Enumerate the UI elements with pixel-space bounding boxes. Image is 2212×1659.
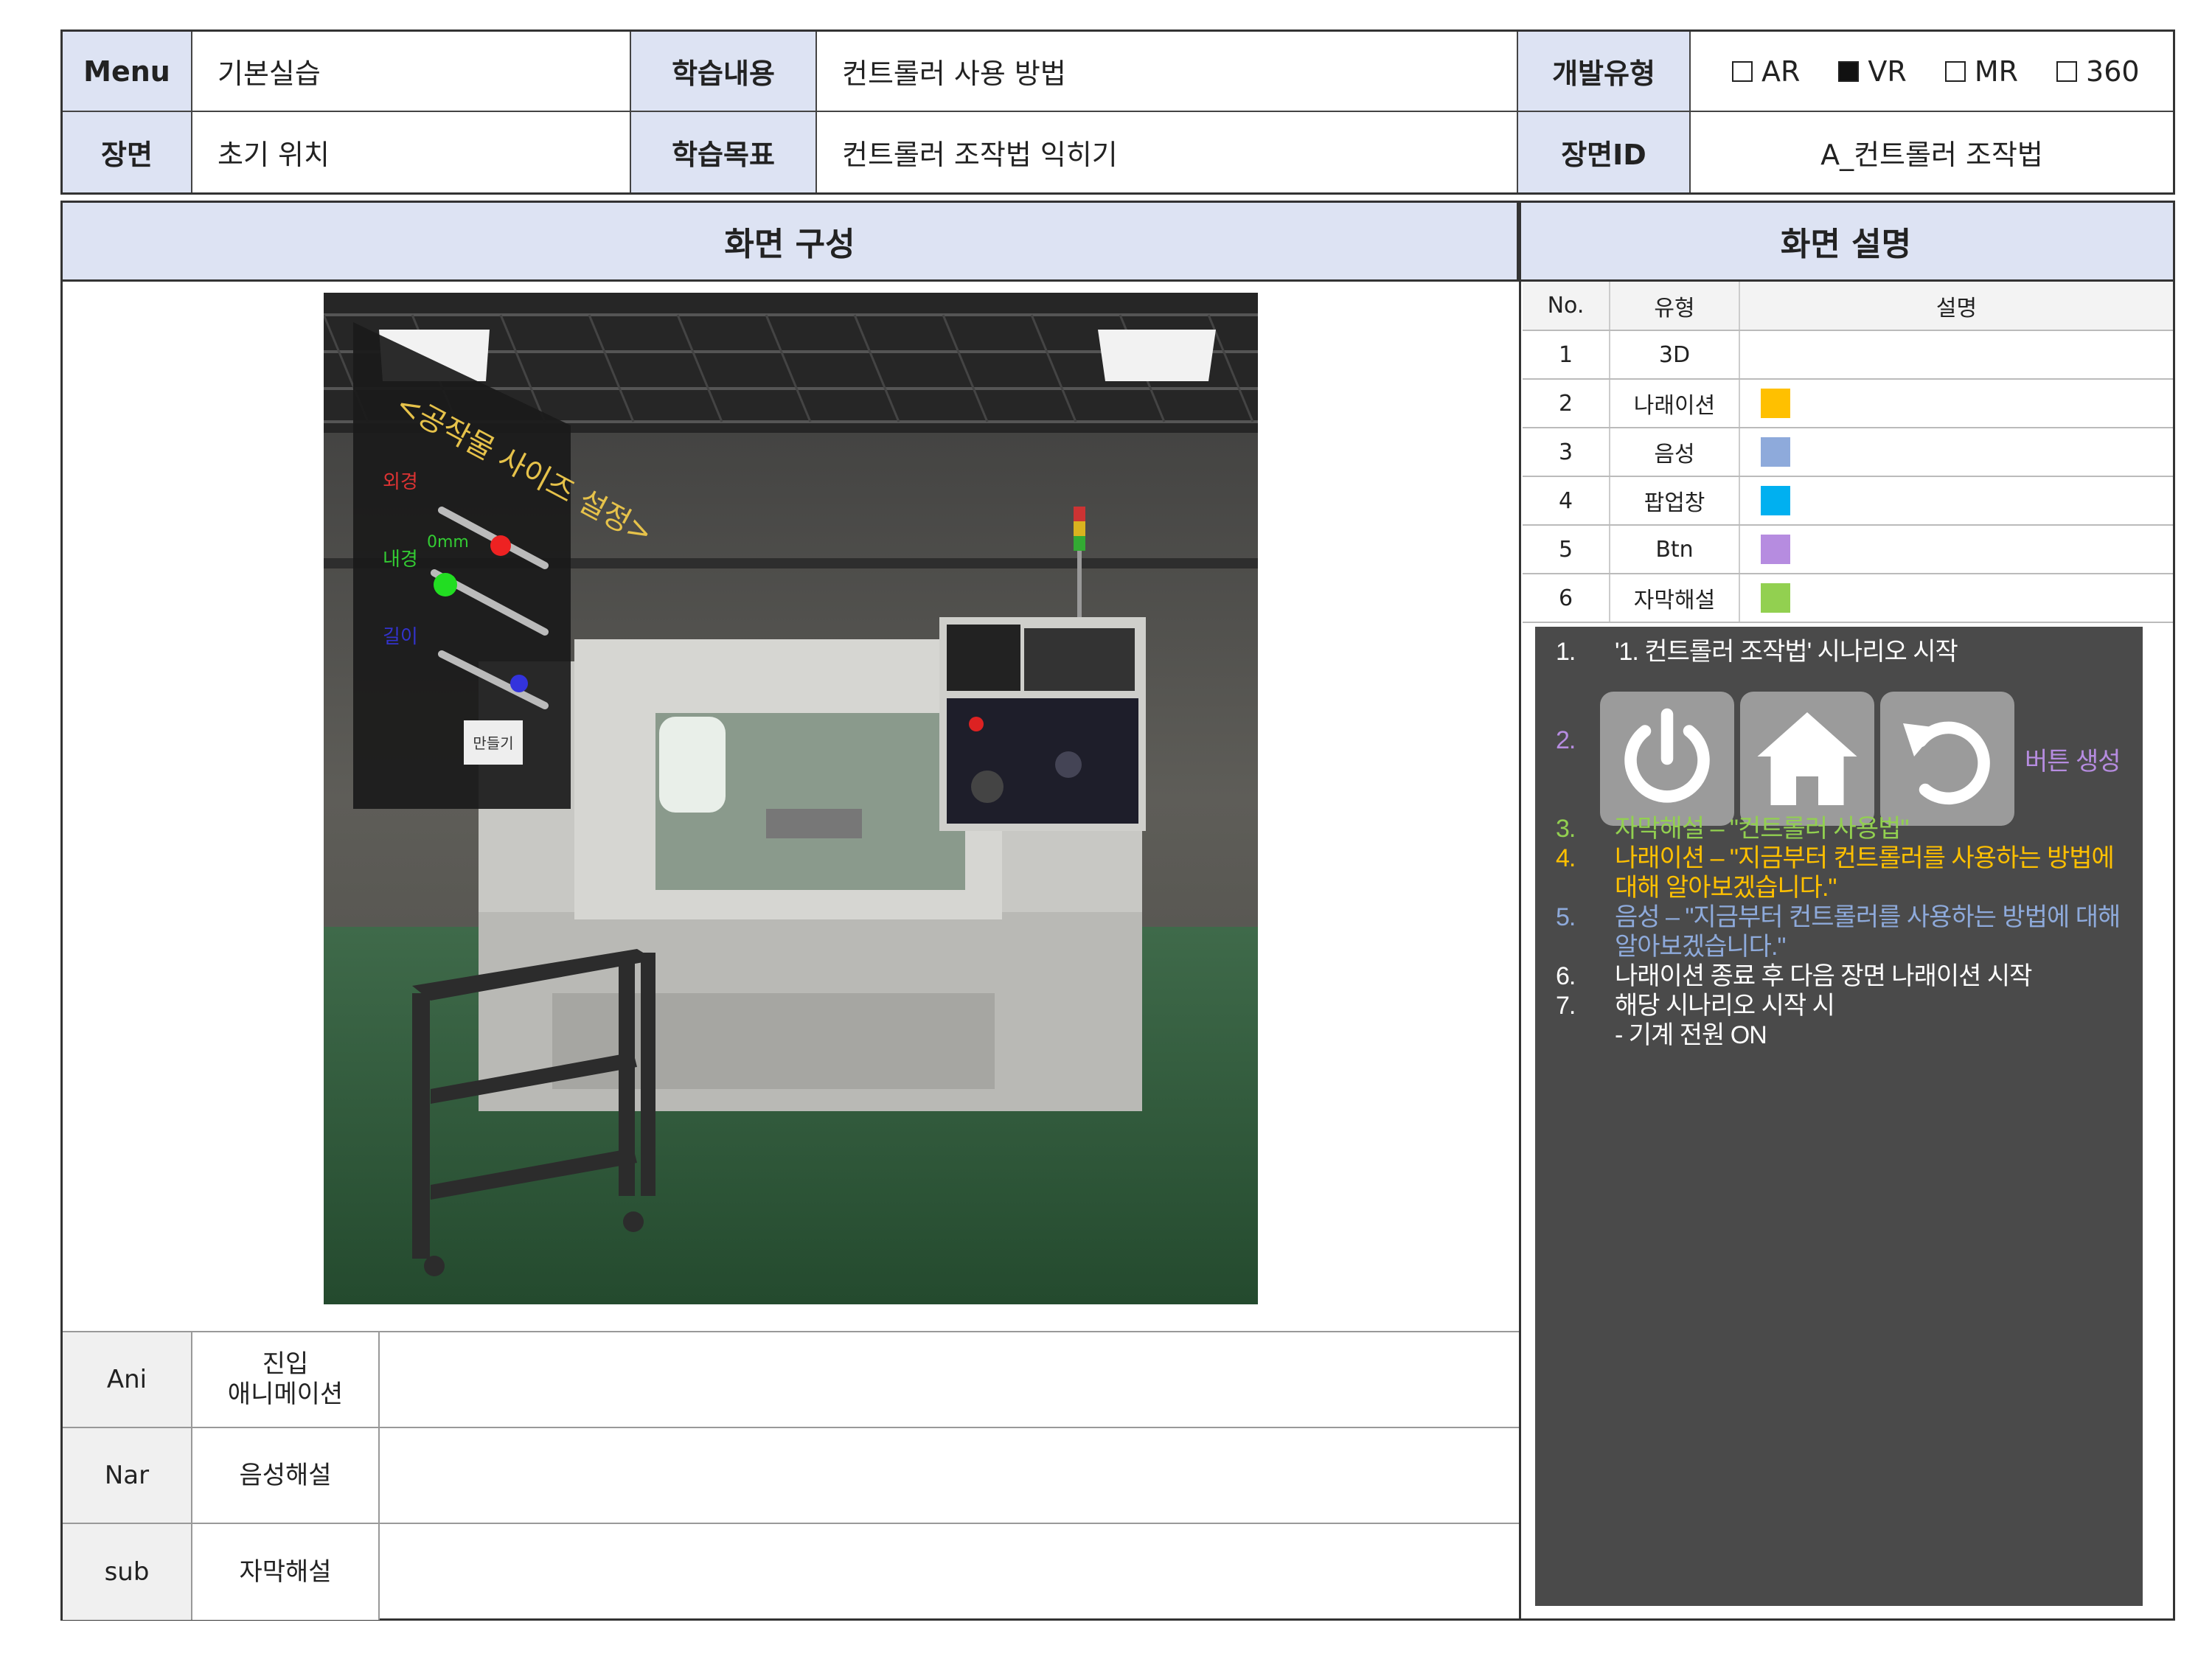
- power-icon[interactable]: [1600, 692, 1734, 826]
- svg-text:만들기: 만들기: [473, 734, 513, 752]
- devtype-label: 개발유형: [1518, 32, 1691, 112]
- legend-row: 3 음성: [1523, 428, 2173, 477]
- row-content[interactable]: [380, 1428, 1519, 1523]
- goal-label: 학습목표: [631, 112, 817, 192]
- scenario-step-7-note: - 기계 전원 ON: [1615, 1021, 1767, 1049]
- row-type: 진입 애니메이션: [192, 1332, 380, 1427]
- row-nar: Nar 음성해설: [63, 1428, 1519, 1524]
- row-code: Nar: [63, 1428, 192, 1523]
- vr-scene-screenshot: <공작물 사이즈 설정> 외경 내경 0mm 길이 만들기: [324, 293, 1258, 1304]
- scene-length-label: 길이: [383, 626, 418, 648]
- scene-label: 장면: [63, 112, 192, 192]
- scenario-step-4: 4. 나래이션 – "지금부터 컨트롤러를 사용하는 방법에 대해 알아보겠습니다…: [1556, 844, 2115, 902]
- devtype-mr[interactable]: MR: [1944, 55, 2018, 88]
- subtitle-color-swatch: [1761, 583, 1790, 613]
- undo-icon[interactable]: [1880, 692, 2014, 826]
- row-code: Ani: [63, 1332, 192, 1427]
- header-table: Menu 기본실습 학습내용 컨트롤러 사용 방법 개발유형 AR VR MR …: [60, 29, 2175, 195]
- goal-value: 컨트롤러 조작법 익히기: [817, 112, 1518, 192]
- popup-color-swatch: [1761, 486, 1790, 515]
- scene-inner-value: 0mm: [427, 533, 469, 552]
- button-color-swatch: [1761, 535, 1790, 564]
- scene-value: 초기 위치: [192, 112, 631, 192]
- sceneid-value: A_컨트롤러 조작법: [1820, 139, 2043, 171]
- row-code: sub: [63, 1524, 192, 1620]
- legend-header: No. 유형 설명: [1523, 282, 2173, 331]
- column-divider: [1519, 203, 1521, 1618]
- row-content[interactable]: [380, 1524, 1519, 1620]
- row-type: 자막해설: [192, 1524, 380, 1620]
- screen-composition-title: 화면 구성: [63, 203, 1519, 282]
- content-value: 컨트롤러 사용 방법: [817, 32, 1518, 112]
- legend-row: 5 Btn: [1523, 525, 2173, 574]
- voice-color-swatch: [1761, 437, 1790, 467]
- narration-color-swatch: [1761, 389, 1790, 418]
- legend-row: 1 3D: [1523, 330, 2173, 380]
- scenario-description-panel: 1. '1. 컨트롤러 조작법' 시나리오 시작 2. 버튼 생성 3. 자막해설 …: [1535, 627, 2143, 1606]
- legend-row: 2 나래이션: [1523, 379, 2173, 428]
- sceneid-label: 장면ID: [1518, 112, 1691, 192]
- scenario-step-5: 5. 음성 – "지금부터 컨트롤러를 사용하는 방법에 대해 알아보겠습니다.": [1556, 903, 2121, 961]
- home-icon[interactable]: [1740, 692, 1874, 826]
- scene-inner-label: 내경: [383, 549, 418, 571]
- scenario-step-3: 3. 자막해설 – "컨트롤러 사용법": [1556, 815, 1909, 843]
- scene-outer-label: 외경: [383, 471, 418, 493]
- legend-table: No. 유형 설명 1 3D 2 나래이션 3 음성 4 팝업창 5 Btn 6…: [1523, 282, 2173, 623]
- scenario-step-6: 6. 나래이션 종료 후 다음 장면 나래이션 시작: [1556, 962, 2032, 990]
- checkbox-mr[interactable]: [1944, 60, 1966, 82]
- legend-row: 6 자막해설: [1523, 574, 2173, 623]
- scenario-step-1: 1. '1. 컨트롤러 조작법' 시나리오 시작: [1556, 638, 1958, 666]
- scenario-step-7: 7. 해당 시나리오 시작 시: [1556, 992, 1835, 1020]
- checkbox-360[interactable]: [2056, 60, 2078, 82]
- legend-row: 4 팝업창: [1523, 476, 2173, 526]
- screen-description-title: 화면 설명: [1519, 203, 2173, 282]
- row-content[interactable]: [380, 1332, 1519, 1427]
- content-label: 학습내용: [631, 32, 817, 112]
- menu-value: 기본실습: [192, 32, 631, 112]
- devtype-ar[interactable]: AR: [1732, 55, 1800, 88]
- devtype-360[interactable]: 360: [2056, 55, 2140, 88]
- bottom-info-rows: Ani 진입 애니메이션 Nar 음성해설 sub 자막해설: [63, 1331, 1519, 1620]
- menu-label: Menu: [63, 32, 192, 112]
- button-creation-label: 버튼 생성: [2025, 747, 2121, 776]
- checkbox-ar[interactable]: [1732, 60, 1753, 82]
- devtype-vr[interactable]: VR: [1838, 55, 1907, 88]
- checkbox-vr[interactable]: [1838, 60, 1860, 82]
- created-buttons: 버튼 생성: [1600, 692, 2121, 826]
- devtype-options: AR VR MR 360: [1691, 32, 2173, 112]
- row-sub: sub 자막해설: [63, 1524, 1519, 1620]
- row-ani: Ani 진입 애니메이션: [63, 1332, 1519, 1428]
- row-type: 음성해설: [192, 1428, 380, 1523]
